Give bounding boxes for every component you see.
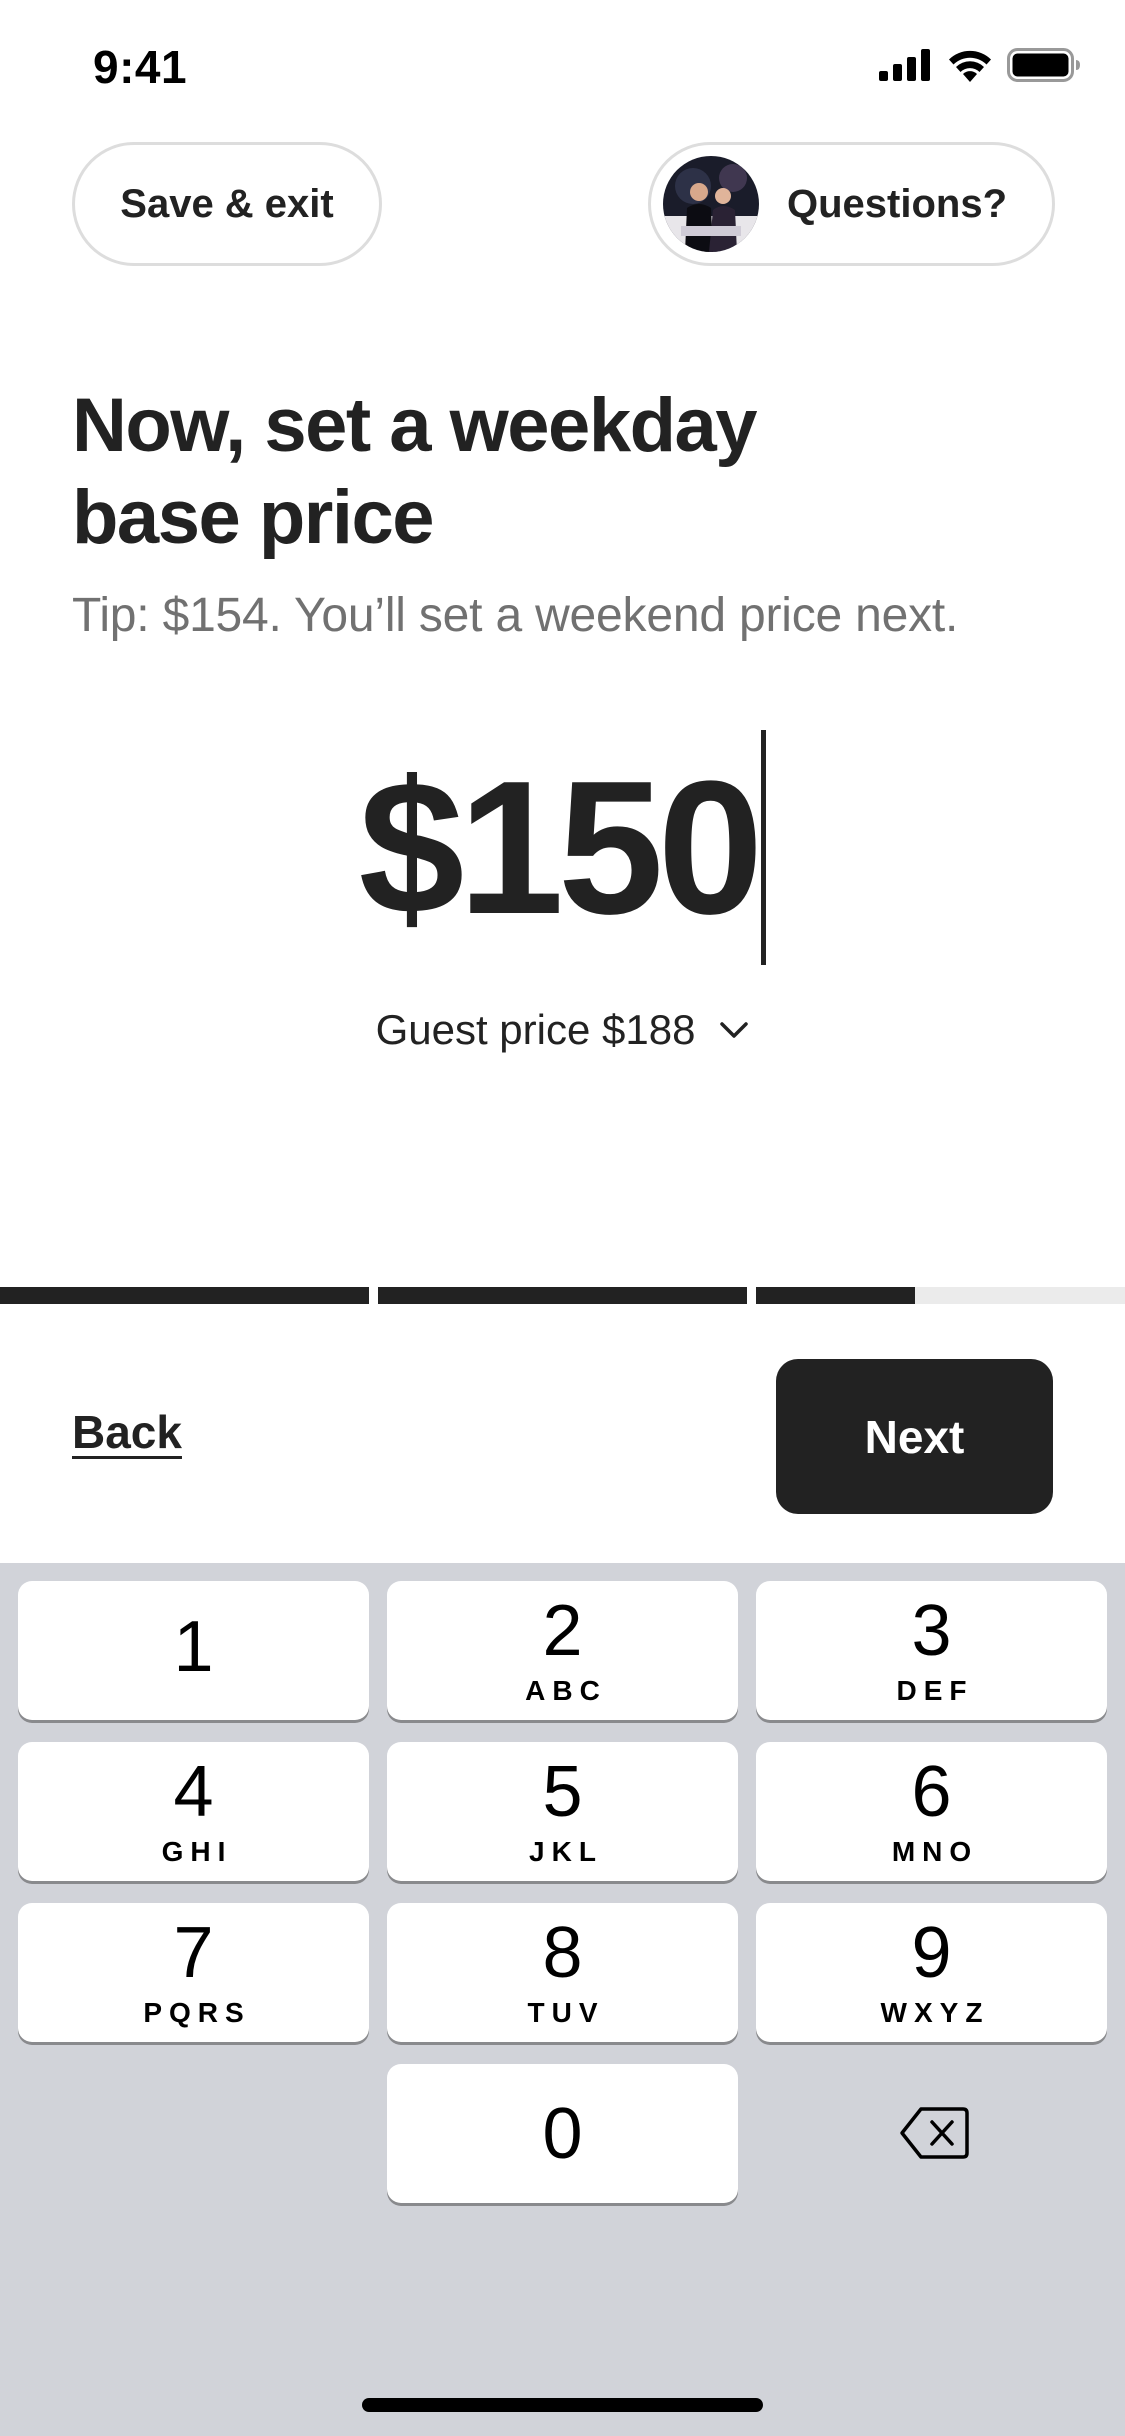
- progress-segment: [378, 1287, 747, 1304]
- guest-price-toggle[interactable]: Guest price $188: [0, 1006, 1125, 1054]
- progress-bar: [0, 1287, 1125, 1304]
- key-letters: TUV: [527, 1996, 605, 2028]
- key-1[interactable]: 1: [18, 1581, 369, 1720]
- numeric-keypad: 1 2 ABC 3 DEF 4 GHI 5 JKL 6 MNO 7 PQRS 8…: [0, 1563, 1125, 2436]
- key-8[interactable]: 8 TUV: [387, 1903, 738, 2042]
- page-title: Now, set a weekday base price: [72, 380, 972, 564]
- delete-key[interactable]: [880, 2093, 990, 2173]
- key-letters: GHI: [161, 1835, 233, 1867]
- price-value[interactable]: $150: [359, 753, 764, 943]
- page-title-line1: Now, set a weekday: [72, 383, 758, 468]
- status-time: 9:41: [93, 41, 188, 93]
- key-number: 8: [542, 1912, 583, 1993]
- questions-label: Questions?: [787, 181, 1008, 226]
- progress-segment: [0, 1287, 369, 1304]
- key-0[interactable]: 0: [387, 2064, 738, 2203]
- status-bar: 9:41: [0, 0, 1125, 135]
- key-4[interactable]: 4 GHI: [18, 1742, 369, 1881]
- key-7[interactable]: 7 PQRS: [18, 1903, 369, 2042]
- key-letters: DEF: [896, 1674, 974, 1706]
- key-9[interactable]: 9 WXYZ: [756, 1903, 1107, 2042]
- home-indicator: [362, 2398, 763, 2412]
- next-button[interactable]: Next: [776, 1359, 1053, 1514]
- key-letters: JKL: [529, 1835, 603, 1867]
- key-number: 1: [173, 1606, 214, 1687]
- battery-icon: [1007, 48, 1080, 82]
- key-number: 0: [542, 2093, 583, 2174]
- back-link[interactable]: Back: [72, 1405, 182, 1459]
- wifi-icon: [949, 50, 991, 82]
- key-number: 3: [911, 1590, 952, 1671]
- key-2[interactable]: 2 ABC: [387, 1581, 738, 1720]
- key-5[interactable]: 5 JKL: [387, 1742, 738, 1881]
- price-input[interactable]: $150: [0, 730, 1125, 965]
- key-number: 9: [911, 1912, 952, 1993]
- key-3[interactable]: 3 DEF: [756, 1581, 1107, 1720]
- progress-segment-fill: [756, 1287, 915, 1304]
- page-title-line2: base price: [72, 475, 435, 560]
- key-letters: ABC: [525, 1674, 607, 1706]
- questions-button[interactable]: Questions?: [648, 142, 1055, 266]
- key-number: 2: [542, 1590, 583, 1671]
- key-letters: WXYZ: [880, 1996, 990, 2028]
- host-avatar: [663, 156, 759, 252]
- key-letters: MNO: [891, 1835, 979, 1867]
- save-exit-button[interactable]: Save & exit: [72, 142, 382, 266]
- backspace-icon: [900, 2107, 969, 2159]
- key-number: 6: [911, 1751, 952, 1832]
- progress-segment: [756, 1287, 1125, 1304]
- key-number: 5: [542, 1751, 583, 1832]
- key-6[interactable]: 6 MNO: [756, 1742, 1107, 1881]
- cellular-signal-icon: [879, 49, 930, 81]
- text-cursor: [761, 730, 767, 965]
- progress-segment-fill: [0, 1287, 369, 1304]
- status-icons: [879, 48, 1081, 82]
- guest-price-label: Guest price $188: [375, 1006, 696, 1053]
- key-number: 4: [173, 1751, 214, 1832]
- key-number: 7: [173, 1912, 214, 1993]
- price-tip: Tip: $154. You’ll set a weekend price ne…: [72, 589, 959, 642]
- progress-segment-fill: [378, 1287, 747, 1304]
- key-letters: PQRS: [143, 1996, 251, 2028]
- chevron-down-icon: [720, 1022, 749, 1038]
